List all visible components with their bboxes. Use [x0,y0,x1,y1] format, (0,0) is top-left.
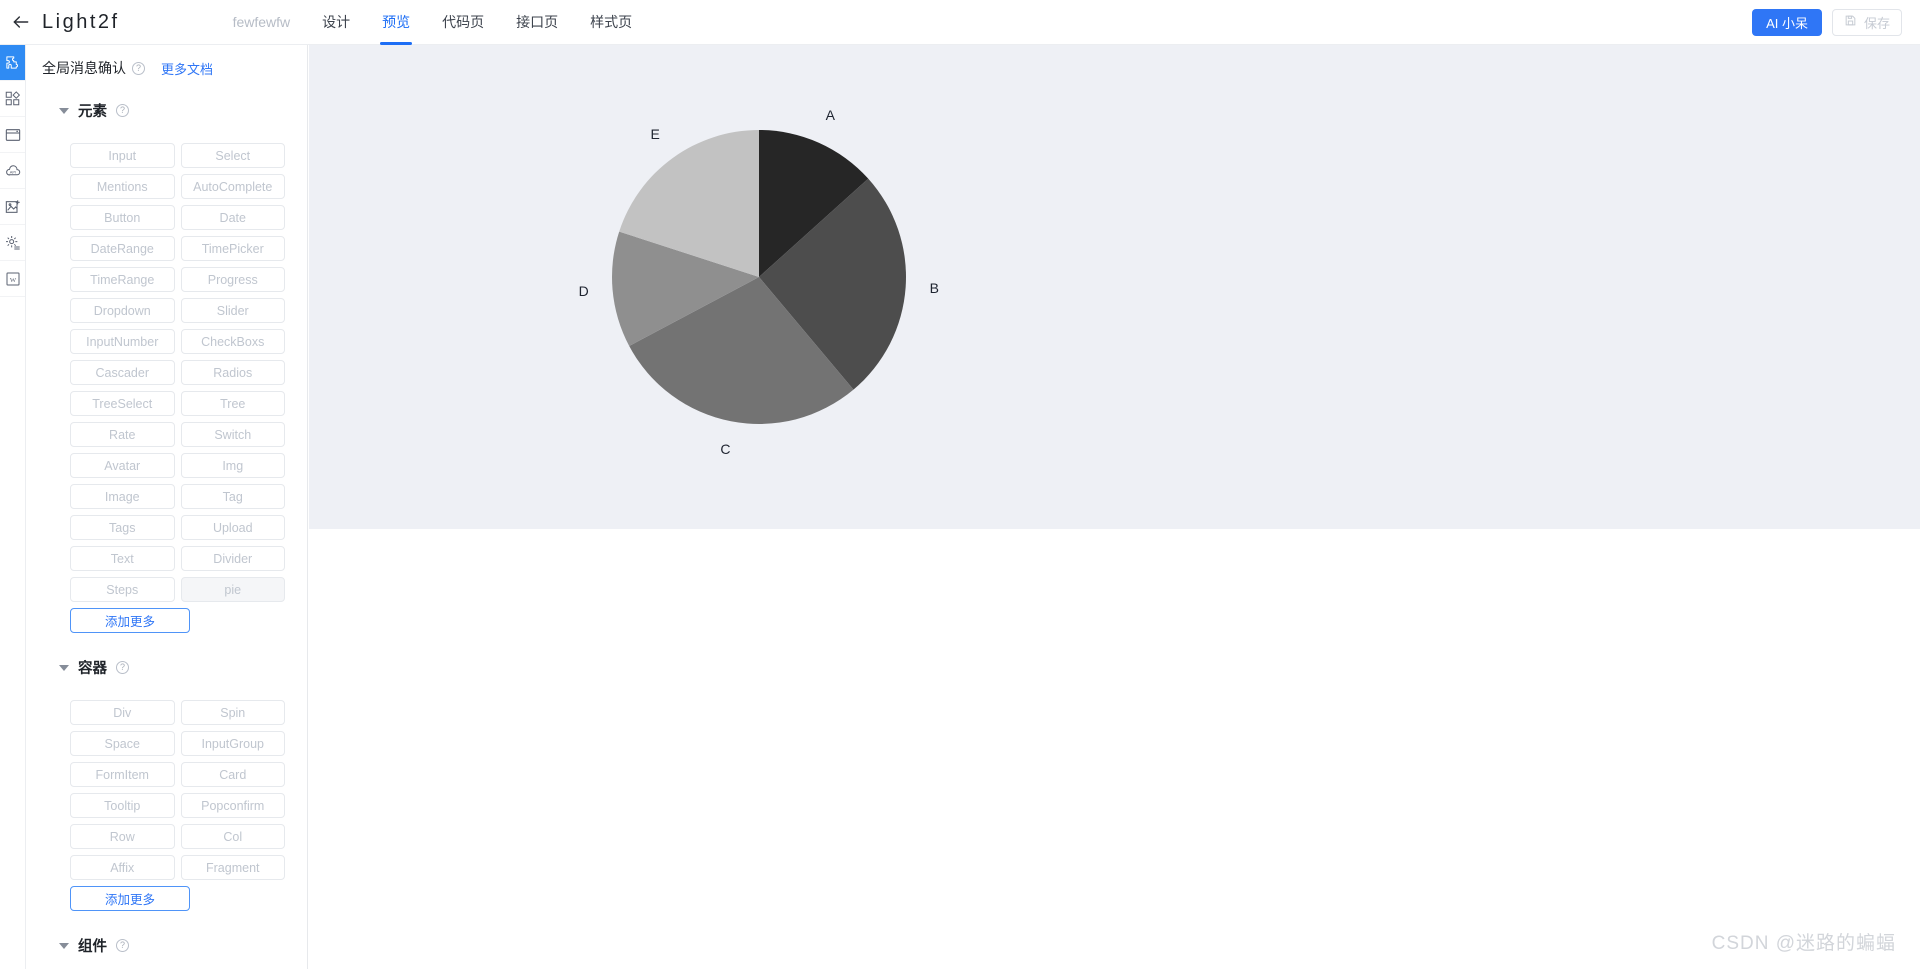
element-chip-slider[interactable]: Slider [180,298,285,323]
pie-chart[interactable]: A B C D E [309,45,1029,529]
element-chip-divider[interactable]: Divider [180,546,285,571]
icon-rail: API W [0,45,26,969]
add-more-elements-button[interactable]: 添加更多 [70,608,190,633]
save-button[interactable]: 保存 [1831,8,1902,36]
app-title: Light2f [42,10,120,33]
canvas-empty-area [309,529,1920,969]
element-chip-tag[interactable]: Tag [180,484,285,509]
pie-label-b: B [929,280,939,297]
section-title-containers: 容器 [78,661,107,677]
chevron-down-icon[interactable] [59,664,69,671]
chevron-down-icon[interactable] [59,942,69,949]
element-chip-timerange[interactable]: TimeRange [70,267,175,292]
element-chip-date[interactable]: Date [180,205,285,230]
question-circle-icon[interactable]: ? [116,104,129,117]
container-chip-inputgroup[interactable]: InputGroup [180,731,285,756]
tab-style-page[interactable]: 样式页 [574,0,648,45]
watermark: CSDN @迷路的蝙蝠 [1711,933,1896,954]
element-chip-pie[interactable]: pie [180,577,285,602]
question-circle-icon[interactable]: ? [132,61,145,75]
container-chip-col[interactable]: Col [180,824,285,849]
panel-title: 全局消息确认 [42,60,126,76]
svg-text:W: W [9,277,16,284]
rail-item-word-doc[interactable]: W [0,261,25,297]
element-chip-grid: Input Select Mentions AutoComplete Button Dat… [26,143,307,602]
rail-item-puzzle[interactable] [0,45,25,81]
container-chip-card[interactable]: Card [180,762,285,787]
pie-chart-svg [612,130,906,424]
element-chip-select[interactable]: Select [180,143,285,168]
container-chip-space[interactable]: Space [70,731,175,756]
save-disk-icon [1844,14,1857,30]
container-chip-row[interactable]: Row [70,824,175,849]
top-bar-actions: AI 小呆 保存 [1752,8,1902,36]
save-button-label: 保存 [1863,15,1890,31]
element-chip-steps[interactable]: Steps [70,577,175,602]
element-chip-text[interactable]: Text [70,546,175,571]
element-chip-treeselect[interactable]: TreeSelect [70,391,175,416]
element-chip-image[interactable]: Image [70,484,175,509]
rail-item-settings-gear[interactable] [0,225,25,261]
container-chip-fragment[interactable]: Fragment [180,855,285,880]
container-chip-popconfirm[interactable]: Popconfirm [180,793,285,818]
element-chip-autocomplete[interactable]: AutoComplete [180,174,285,199]
question-circle-icon[interactable]: ? [116,939,129,952]
element-chip-switch[interactable]: Switch [180,422,285,447]
element-chip-progress[interactable]: Progress [180,267,285,292]
top-navigation: fewfewfw 设计 预览 代码页 接口页 样式页 [217,0,649,45]
element-chip-timepicker[interactable]: TimePicker [180,236,285,261]
element-chip-rate[interactable]: Rate [70,422,175,447]
element-chip-button[interactable]: Button [70,205,175,230]
element-chip-cascader[interactable]: Cascader [70,360,175,385]
pie-label-a: A [825,107,835,124]
pie-label-c: C [720,440,731,457]
section-title-components: 组件 [78,939,107,955]
section-title-elements: 元素 [78,104,107,120]
tab-design[interactable]: 设计 [306,0,366,45]
ai-assistant-button[interactable]: AI 小呆 [1752,8,1822,36]
element-chip-dropdown[interactable]: Dropdown [70,298,175,323]
element-chip-upload[interactable]: Upload [180,515,285,540]
panel-header: 全局消息确认 ? 更多文档 [26,45,307,78]
tab-fewfewfw[interactable]: fewfewfw [217,0,307,45]
section-header-containers[interactable]: 容器 ? [26,657,307,678]
rail-item-image-add[interactable] [0,189,25,225]
add-more-containers-button[interactable]: 添加更多 [70,886,190,911]
element-chip-img[interactable]: Img [180,453,285,478]
pie-label-e: E [650,125,660,142]
container-chip-affix[interactable]: Affix [70,855,175,880]
element-chip-avatar[interactable]: Avatar [70,453,175,478]
element-chip-daterange[interactable]: DateRange [70,236,175,261]
more-docs-link[interactable]: 更多文档 [161,59,213,78]
container-chip-spin[interactable]: Spin [180,700,285,725]
container-chip-formitem[interactable]: FormItem [70,762,175,787]
chevron-down-icon[interactable] [59,107,69,114]
tab-preview[interactable]: 预览 [366,0,426,45]
rail-item-shapes-grid[interactable] [0,81,25,117]
container-chip-grid: Div Spin Space InputGroup FormItem Card Toolti… [26,700,307,880]
element-chip-radios[interactable]: Radios [180,360,285,385]
left-panel: 全局消息确认 ? 更多文档 元素 ? Input Select Mentions Au… [26,45,308,969]
preview-canvas: A B C D E [309,45,1920,529]
element-chip-checkboxs[interactable]: CheckBoxs [180,329,285,354]
tab-code-page[interactable]: 代码页 [426,0,500,45]
element-chip-tree[interactable]: Tree [180,391,285,416]
top-bar: Light2f fewfewfw 设计 预览 代码页 接口页 样式页 AI 小呆… [0,0,1920,45]
tab-api-page[interactable]: 接口页 [500,0,574,45]
element-chip-input[interactable]: Input [70,143,175,168]
element-chip-inputnumber[interactable]: InputNumber [70,329,175,354]
element-chip-mentions[interactable]: Mentions [70,174,175,199]
rail-item-window[interactable] [0,117,25,153]
rail-item-api-cloud[interactable]: API [0,153,25,189]
element-chip-tags[interactable]: Tags [70,515,175,540]
section-header-elements[interactable]: 元素 ? [26,100,307,121]
svg-text:API: API [9,169,15,174]
question-circle-icon[interactable]: ? [116,661,129,674]
back-arrow-icon[interactable] [8,9,34,35]
pie-label-d: D [578,283,589,300]
section-header-components[interactable]: 组件 ? [26,935,307,956]
container-chip-tooltip[interactable]: Tooltip [70,793,175,818]
container-chip-div[interactable]: Div [70,700,175,725]
